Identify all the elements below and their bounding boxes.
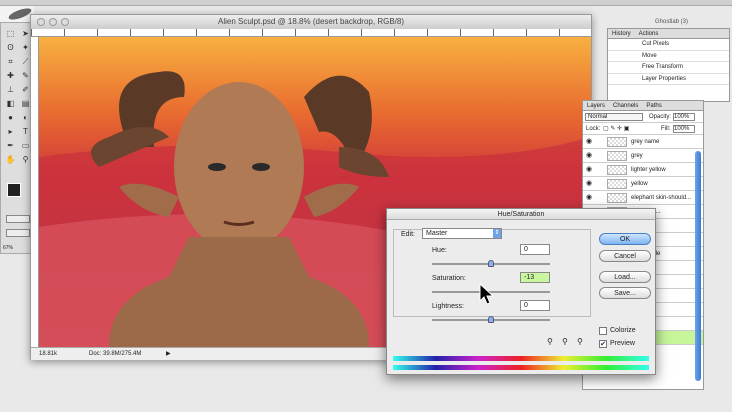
layer-name: lighter yellow bbox=[631, 167, 666, 173]
edit-label: Edit: bbox=[401, 231, 416, 238]
document-title: Alien Sculpt.psd @ 18.8% (desert backdro… bbox=[218, 17, 404, 26]
load-button[interactable]: Load... bbox=[599, 271, 651, 283]
output-color-bar bbox=[393, 365, 649, 370]
colorize-checkbox[interactable] bbox=[599, 327, 607, 335]
tab-paths[interactable]: Paths bbox=[646, 103, 661, 109]
input-color-bar bbox=[393, 356, 649, 361]
layers-scrollbar[interactable] bbox=[695, 151, 701, 381]
save-button[interactable]: Save... bbox=[599, 287, 651, 299]
cancel-button[interactable]: Cancel bbox=[599, 250, 651, 262]
hue-field[interactable]: 0 bbox=[520, 244, 550, 255]
tab-history[interactable]: History bbox=[612, 31, 631, 37]
zoom-button[interactable] bbox=[61, 18, 69, 26]
menu-bar bbox=[0, 0, 732, 6]
heal-tool-icon[interactable]: ✚ bbox=[5, 71, 16, 81]
layer-thumbnail bbox=[607, 137, 627, 147]
saturation-label: Saturation: bbox=[432, 275, 466, 282]
quick-mask-button[interactable] bbox=[6, 215, 30, 223]
history-item[interactable]: Move bbox=[608, 51, 729, 62]
layer-row[interactable]: ◉ grey name bbox=[583, 135, 703, 149]
screen-mode-button[interactable] bbox=[6, 229, 30, 237]
eye-icon[interactable]: ◉ bbox=[586, 149, 592, 163]
eye-icon[interactable]: ◉ bbox=[586, 135, 592, 149]
lightness-field[interactable]: 0 bbox=[520, 300, 550, 311]
eyedropper-icon[interactable]: ⚲ bbox=[547, 337, 553, 346]
eraser-tool-icon[interactable]: ◧ bbox=[5, 99, 16, 109]
workspace-label: Ghostlab (3) bbox=[655, 19, 689, 25]
edit-select[interactable]: Master bbox=[422, 228, 502, 239]
lightness-label: Lightness: bbox=[432, 303, 464, 310]
lasso-tool-icon[interactable]: ʘ bbox=[5, 43, 16, 53]
opacity-field[interactable]: 100% bbox=[673, 113, 695, 121]
layer-row[interactable]: ◉ grey bbox=[583, 149, 703, 163]
lightness-slider[interactable] bbox=[432, 316, 550, 323]
blend-mode-select[interactable]: Normal bbox=[585, 113, 643, 121]
layer-name: grey name bbox=[631, 139, 660, 145]
foreground-color-swatch[interactable] bbox=[7, 183, 21, 197]
layer-name: elephant skin-should... bbox=[631, 195, 692, 201]
colorize-label: Colorize bbox=[610, 327, 636, 334]
photoshop-feather-logo bbox=[0, 6, 34, 22]
layer-name: grey bbox=[631, 153, 643, 159]
eye-icon[interactable]: ◉ bbox=[586, 163, 592, 177]
zoom-readout: 67% bbox=[3, 245, 14, 251]
hue-label: Hue: bbox=[432, 247, 447, 254]
blur-tool-icon[interactable]: ● bbox=[5, 113, 16, 123]
preview-checkbox[interactable]: ✔ bbox=[599, 340, 607, 348]
history-item[interactable]: Free Transform bbox=[608, 62, 729, 74]
ok-button[interactable]: OK bbox=[599, 233, 651, 245]
zoom-level[interactable]: 18.81k bbox=[39, 348, 57, 361]
horizontal-ruler bbox=[31, 29, 591, 37]
minimize-button[interactable] bbox=[49, 18, 57, 26]
hue-slider[interactable] bbox=[432, 260, 550, 267]
eyedropper-minus-icon[interactable]: ⚲ bbox=[577, 337, 583, 346]
lock-label: Lock: bbox=[586, 126, 601, 132]
hue-slider-thumb[interactable] bbox=[488, 260, 494, 267]
pen-tool-icon[interactable]: ✒ bbox=[5, 141, 16, 151]
stamp-tool-icon[interactable]: ⊥ bbox=[5, 85, 16, 95]
layer-row[interactable]: ◉ yellow bbox=[583, 177, 703, 191]
fill-label: Fill: bbox=[661, 126, 671, 132]
marquee-tool-icon[interactable]: ⬚ bbox=[5, 29, 16, 39]
saturation-field[interactable]: -13 bbox=[520, 272, 550, 283]
document-title-bar[interactable]: Alien Sculpt.psd @ 18.8% (desert backdro… bbox=[31, 15, 591, 29]
history-panel: History Actions Cut Pixels Move Free Tran… bbox=[607, 28, 730, 102]
path-select-icon[interactable]: ▸ bbox=[5, 127, 16, 137]
close-button[interactable] bbox=[37, 18, 45, 26]
history-item[interactable]: Layer Properties bbox=[608, 74, 729, 85]
layer-thumbnail bbox=[607, 165, 627, 175]
layer-thumbnail bbox=[607, 151, 627, 161]
fill-field[interactable]: 100% bbox=[673, 125, 695, 133]
layer-row[interactable]: ◉ elephant skin-should... bbox=[583, 191, 703, 205]
vertical-ruler bbox=[31, 37, 39, 347]
layer-thumbnail bbox=[607, 179, 627, 189]
layer-name: yellow bbox=[631, 181, 648, 187]
eye-icon[interactable]: ◉ bbox=[586, 177, 592, 191]
eyedropper-plus-icon[interactable]: ⚲ bbox=[562, 337, 568, 346]
crop-tool-icon[interactable]: ⌗ bbox=[5, 57, 16, 67]
lightness-slider-thumb[interactable] bbox=[488, 316, 494, 323]
dialog-title: Hue/Saturation bbox=[387, 209, 655, 220]
hue-saturation-dialog: Hue/Saturation Edit: Master ⇕ Hue: 0 Sat… bbox=[386, 208, 656, 375]
status-menu-arrow-icon[interactable]: ▶ bbox=[166, 348, 171, 361]
history-item[interactable]: Cut Pixels bbox=[608, 39, 729, 51]
preview-label: Preview bbox=[610, 340, 635, 347]
opacity-label: Opacity: bbox=[649, 114, 672, 120]
doc-size: Doc: 39.8M/275.4M bbox=[89, 351, 142, 357]
chevron-updown-icon: ⇕ bbox=[493, 229, 501, 238]
eye-icon[interactable]: ◉ bbox=[586, 191, 592, 205]
layer-thumbnail bbox=[607, 193, 627, 203]
lock-icons[interactable]: ▢ ✎ ✛ ▣ bbox=[603, 123, 629, 135]
tab-layers[interactable]: Layers bbox=[587, 103, 605, 109]
mouse-cursor-icon bbox=[479, 283, 495, 305]
tab-channels[interactable]: Channels bbox=[613, 103, 638, 109]
tab-actions[interactable]: Actions bbox=[639, 31, 659, 37]
hand-tool-icon[interactable]: ✋ bbox=[5, 155, 16, 165]
layer-row[interactable]: ◉ lighter yellow bbox=[583, 163, 703, 177]
